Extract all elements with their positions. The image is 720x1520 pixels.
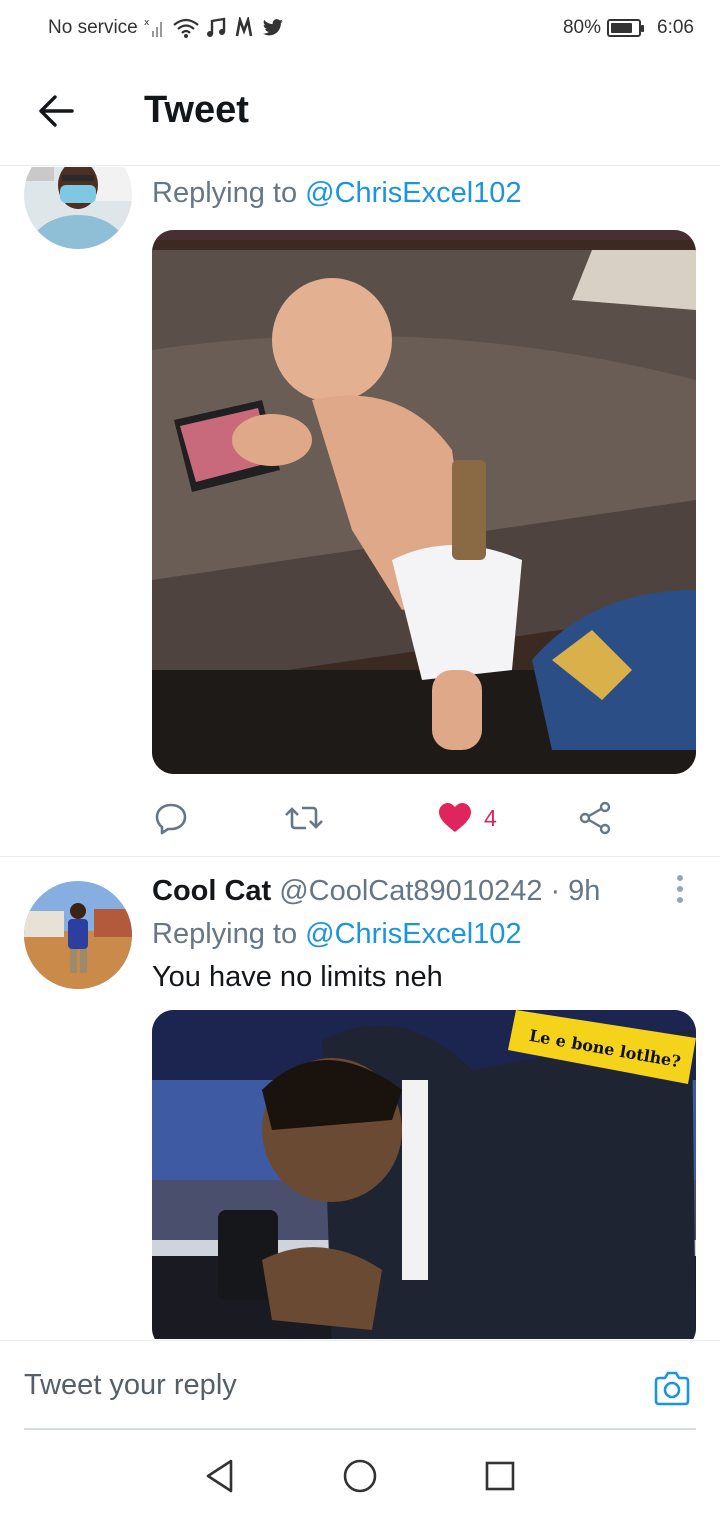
tweet-thread[interactable]: Replying to @ChrisExcel102 4 Cool Cat @C… xyxy=(0,167,720,1339)
back-arrow-icon xyxy=(39,94,74,127)
composer-underline xyxy=(24,1428,696,1430)
replying-handle-link[interactable]: @ChrisExcel102 xyxy=(305,918,521,950)
reply-button[interactable] xyxy=(154,801,188,835)
nav-recents-icon xyxy=(485,1461,515,1491)
battery-percent: 80% xyxy=(562,17,602,38)
tweet-item[interactable]: Cool Cat @CoolCat89010242 · 9h Replying … xyxy=(0,857,720,1339)
back-button[interactable] xyxy=(26,81,86,141)
status-left: No service x xyxy=(48,17,284,39)
tweet-media-image[interactable]: Le e bone lotlhe? xyxy=(152,1010,696,1339)
heart-icon xyxy=(439,803,471,832)
status-bar: No service x 80% 6:06 xyxy=(0,0,720,56)
system-nav-bar xyxy=(0,1432,720,1520)
like-button[interactable]: 4 xyxy=(438,802,497,834)
nav-recents-button[interactable] xyxy=(478,1454,522,1498)
notes-icon xyxy=(234,17,256,39)
tweet-text: You have no limits neh xyxy=(152,961,443,993)
reply-input[interactable] xyxy=(24,1369,624,1402)
nav-home-button[interactable] xyxy=(338,1454,382,1498)
time-separator: · xyxy=(550,875,561,907)
wifi-icon xyxy=(172,17,200,39)
reply-icon xyxy=(155,803,187,835)
page-title: Tweet xyxy=(144,89,249,131)
battery-icon xyxy=(607,19,645,37)
tweet-time: 9h xyxy=(568,875,601,907)
retweet-icon xyxy=(285,806,323,830)
tweet-body: Replying to @ChrisExcel102 xyxy=(152,177,696,774)
replying-prefix: Replying to xyxy=(152,918,306,950)
tweet-item[interactable]: Replying to @ChrisExcel102 4 xyxy=(0,167,720,857)
tweet-media-image[interactable] xyxy=(152,230,696,774)
more-options-button[interactable] xyxy=(668,869,692,909)
camera-icon xyxy=(654,1371,690,1406)
author-display-name[interactable]: Cool Cat xyxy=(152,875,271,908)
replying-handle-link[interactable]: @ChrisExcel102 xyxy=(305,177,521,209)
twitter-icon xyxy=(262,18,284,38)
status-right: 80% 6:06 xyxy=(563,17,694,39)
music-icon xyxy=(206,17,228,39)
like-count: 4 xyxy=(484,804,497,831)
replying-to: Replying to @ChrisExcel102 xyxy=(152,177,696,210)
top-app-bar: Tweet xyxy=(0,56,720,166)
replying-prefix: Replying to xyxy=(152,177,306,209)
camera-button[interactable] xyxy=(652,1369,692,1409)
nav-back-button[interactable] xyxy=(198,1454,242,1498)
nav-back-icon xyxy=(206,1459,233,1493)
clock-time: 6:06 xyxy=(657,17,694,38)
share-icon xyxy=(579,801,611,835)
tweet-body: Cool Cat @CoolCat89010242 · 9h Replying … xyxy=(152,875,696,1339)
battery-fill xyxy=(611,23,632,33)
more-icon xyxy=(677,875,683,881)
author-handle[interactable]: @CoolCat89010242 xyxy=(279,875,542,908)
tweet-author-line: Cool Cat @CoolCat89010242 · 9h xyxy=(152,875,696,908)
retweet-button[interactable] xyxy=(284,801,324,835)
svg-text:x: x xyxy=(144,18,150,28)
nav-home-icon xyxy=(343,1459,377,1493)
no-signal-icon: x xyxy=(144,17,166,39)
tweet-actions: 4 xyxy=(152,793,632,843)
replying-to: Replying to @ChrisExcel102 xyxy=(152,918,696,951)
reply-composer xyxy=(0,1340,720,1430)
carrier-text: No service xyxy=(48,17,138,38)
share-button[interactable] xyxy=(578,801,612,835)
avatar[interactable] xyxy=(24,167,132,249)
avatar[interactable] xyxy=(24,881,132,989)
